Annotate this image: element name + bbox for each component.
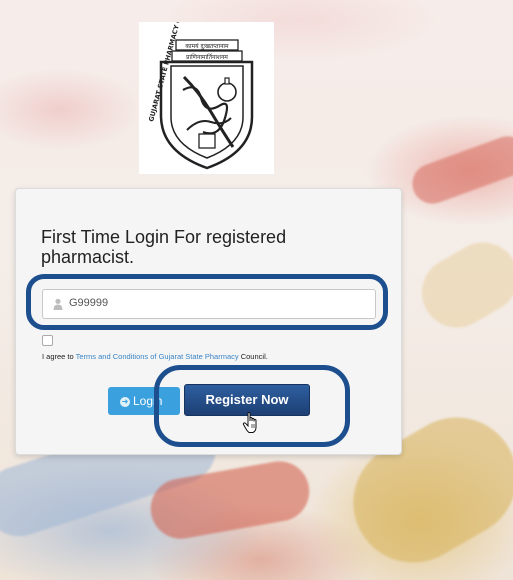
logo-emblem xyxy=(198,133,216,149)
terms-checkbox[interactable] xyxy=(42,335,53,346)
card-title: First Time Login For registered pharmaci… xyxy=(41,227,287,267)
terms-prefix: I agree to xyxy=(42,352,76,361)
logo-flask-neck xyxy=(224,77,230,85)
terms-agreement: I agree to Terms and Conditions of Gujar… xyxy=(42,352,268,361)
logo-text-1: कामयं दुःखतप्तानाम xyxy=(185,43,229,50)
register-highlight-outline xyxy=(154,365,350,447)
hand-pointer-icon xyxy=(242,412,260,434)
logo-flask xyxy=(217,82,237,102)
terms-link[interactable]: Terms and Conditions of Gujarat State Ph… xyxy=(76,352,239,361)
background-capsule xyxy=(406,130,513,210)
terms-suffix: Council. xyxy=(238,352,268,361)
arrow-circle-icon: ➜ xyxy=(120,396,130,407)
logo-text-2: प्राणिनामार्तिनाशनम xyxy=(186,53,228,61)
council-emblem: कामयं दुःखतप्तानाम प्राणिनामार्तिनाशनम G… xyxy=(147,22,254,170)
username-highlight-outline xyxy=(26,274,388,330)
background-capsule xyxy=(409,229,513,341)
login-card: First Time Login For registered pharmaci… xyxy=(15,188,402,455)
council-logo: कामयं दुःखतप्तानाम प्राणिनामार्तिनाशनम G… xyxy=(139,22,274,174)
page-background: कामयं दुःखतप्तानाम प्राणिनामार्तिनाशनम G… xyxy=(0,0,513,580)
